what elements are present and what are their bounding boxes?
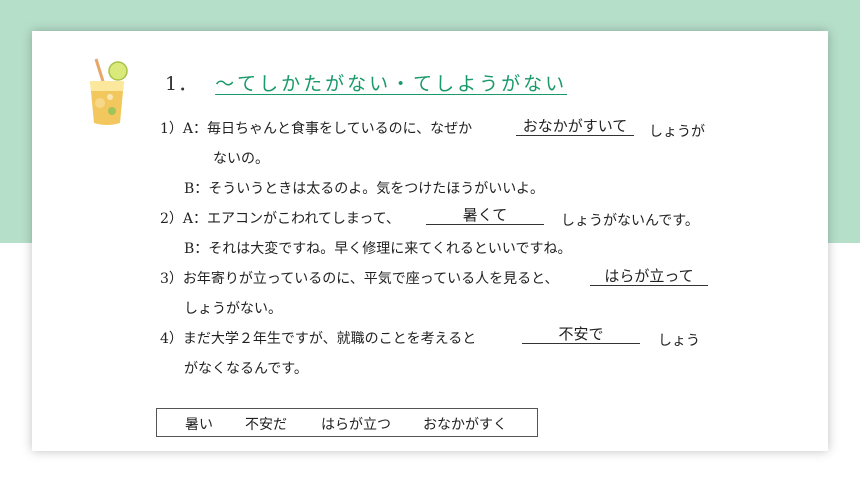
item-2-a-suffix: しょうがないんです。 xyxy=(561,213,699,229)
item-1-a-prefix: 1）A：毎日ちゃんと食事をしているのに、なぜか xyxy=(160,121,473,137)
item-1-b-text: B：そういうときは太るのよ。気をつけたほうがいいよ。 xyxy=(184,181,545,197)
item-3-answer: はらが立って xyxy=(590,265,708,286)
choice-box: 暑い 不安だ はらが立つ おなかがすく xyxy=(156,408,538,437)
item-3-a-continuation: しょうがない。 xyxy=(184,301,282,317)
item-1-a-continuation: ないの。 xyxy=(213,151,269,167)
section-title-text: ～てしかたがない・てしようがない xyxy=(215,73,568,95)
choice-item: 暑い xyxy=(185,417,213,433)
drink-glass-icon xyxy=(90,58,128,125)
choice-item: 不安だ xyxy=(245,417,287,433)
choice-item: おなかがすく xyxy=(423,417,507,433)
item-4-a-continuation: がなくなるんです。 xyxy=(184,361,308,377)
item-2-answer: 暑くて xyxy=(426,204,544,225)
item-3-a-prefix: 3）お年寄りが立っているのに、平気で座っている人を見ると、 xyxy=(160,271,559,287)
section-number: 1． xyxy=(165,73,199,95)
item-2-b-text: B：それは大変ですね。早く修理に来てくれるといいですね。 xyxy=(184,241,572,257)
item-4-a-suffix: しょう xyxy=(658,333,700,349)
section-title: 1． ～てしかたがない・てしようがない xyxy=(165,69,567,96)
item-2-a-prefix: 2）A：エアコンがこわれてしまって、 xyxy=(160,211,400,227)
choice-item: はらが立つ xyxy=(321,417,391,433)
item-4-answer: 不安で xyxy=(522,323,640,344)
item-4-a-prefix: 4）まだ大学２年生ですが、就職のことを考えると xyxy=(160,331,477,347)
item-1-a-suffix: しょうが xyxy=(649,124,705,140)
worksheet: 1． ～てしかたがない・てしようがない 1）A：毎日ちゃんと食事をしているのに、… xyxy=(32,31,828,451)
item-1-answer: おなかがすいて xyxy=(516,115,634,136)
